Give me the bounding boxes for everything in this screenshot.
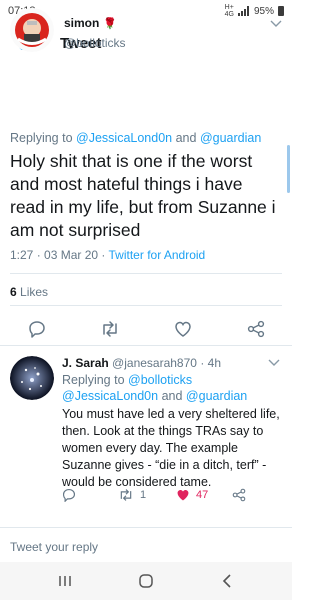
tweet-age: · 4h <box>200 356 221 370</box>
like-button[interactable] <box>172 318 194 340</box>
share-icon <box>247 320 265 338</box>
mention-link[interactable]: @JessicaLond0n <box>62 389 158 403</box>
replying-to: Replying to @JessicaLond0n and @guardian <box>10 131 262 145</box>
mention-link[interactable]: @JessicaLond0n <box>76 131 172 145</box>
back-chevron-icon <box>223 574 231 588</box>
share-button[interactable] <box>245 318 267 340</box>
likes-count: 6 <box>10 285 17 299</box>
heart-icon <box>175 321 191 337</box>
avatar-image <box>10 356 54 400</box>
reply-icon <box>62 488 76 502</box>
reply-button[interactable] <box>26 318 48 340</box>
author-handle: @bolloticks <box>64 36 126 50</box>
tweet-time: 1:27 · 03 Mar 20 · <box>10 248 106 262</box>
network-indicator: H+ 4G <box>224 4 234 18</box>
retweet-count: 1 <box>140 489 147 501</box>
reply-icon <box>29 321 45 338</box>
avatar[interactable] <box>10 356 54 400</box>
battery-icon <box>278 6 284 16</box>
reply-text: You must have led a very sheltered life,… <box>62 407 280 489</box>
author-name: J. Sarah <box>62 356 109 370</box>
replying-to: Replying to @bolloticks @JessicaLond0n a… <box>62 373 248 403</box>
tweet-author[interactable]: simon 🌹 @bolloticks <box>64 16 126 50</box>
divider <box>10 273 282 274</box>
signal-icon <box>237 6 249 16</box>
reply-header: J. Sarah @janesarah870 · 4h <box>62 356 221 370</box>
tweet-actions <box>0 318 292 340</box>
heart-filled-icon <box>177 489 189 501</box>
rose-icon: 🌹 <box>103 17 118 30</box>
likes-label: Likes <box>20 285 49 299</box>
mention-link[interactable]: @guardian <box>200 131 261 145</box>
retweet-button[interactable]: 1 <box>118 488 146 502</box>
scrollbar[interactable] <box>287 145 290 193</box>
recents-button[interactable] <box>51 571 79 591</box>
reply-button[interactable] <box>62 488 76 502</box>
reply-compose[interactable]: Tweet your reply <box>0 527 292 562</box>
chevron-down-icon[interactable] <box>268 359 280 367</box>
likes-summary[interactable]: 6 Likes <box>10 285 48 299</box>
tweet-meta: 1:27 · 03 Mar 20 · Twitter for Android <box>10 248 205 262</box>
recents-icon <box>58 576 71 586</box>
like-count: 47 <box>196 489 209 501</box>
reply-actions: 1 47 <box>62 488 282 506</box>
system-nav-bar <box>0 562 292 600</box>
home-button[interactable] <box>132 571 160 591</box>
avatar[interactable] <box>10 8 54 52</box>
mention-link[interactable]: @guardian <box>186 389 247 403</box>
reply-tweet[interactable]: J. Sarah @janesarah870 · 4h Replying to … <box>0 346 292 518</box>
back-nav-button[interactable] <box>213 571 241 591</box>
reply-input[interactable]: Tweet your reply <box>10 540 98 554</box>
share-button[interactable] <box>232 488 246 502</box>
retweet-button[interactable] <box>99 318 121 340</box>
chevron-down-icon[interactable] <box>270 20 282 28</box>
avatar-image <box>10 8 54 52</box>
share-icon <box>232 488 246 502</box>
retweet-icon <box>120 489 132 501</box>
home-icon <box>139 574 153 588</box>
like-button[interactable]: 47 <box>176 488 208 502</box>
tweet-source[interactable]: Twitter for Android <box>109 248 206 262</box>
retweet-icon <box>103 321 117 337</box>
author-name: simon <box>64 16 100 30</box>
battery-percent: 95% <box>253 5 274 17</box>
tweet-text: Holy shit that is one if the worst and m… <box>10 151 276 240</box>
author-handle: @janesarah870 <box>112 356 197 370</box>
divider <box>10 305 282 306</box>
mention-link[interactable]: @bolloticks <box>128 373 192 387</box>
